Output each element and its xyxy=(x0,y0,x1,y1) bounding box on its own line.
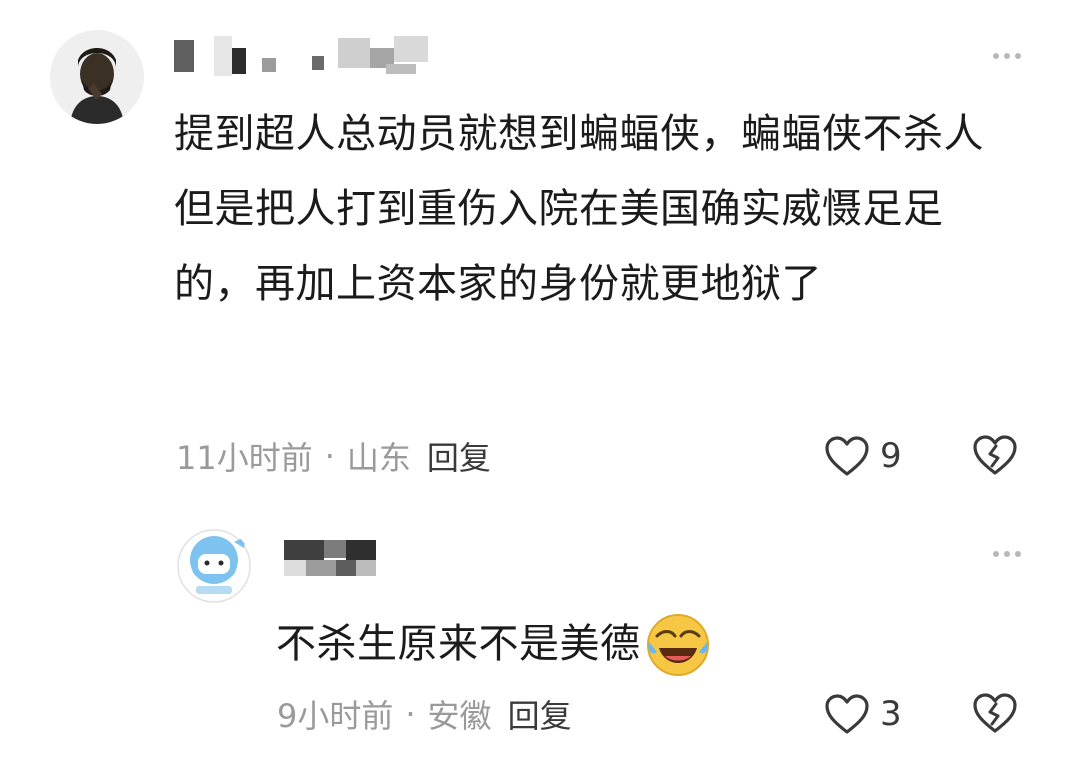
more-icon xyxy=(993,551,999,557)
like-count: 9 xyxy=(880,436,902,476)
heart-icon xyxy=(825,694,869,734)
reply-content: 不杀生原来不是美德 xyxy=(276,607,711,682)
reply-button[interactable]: 回复 xyxy=(508,691,572,737)
reply-meta: 9小时前 · 安徽 回复 xyxy=(277,692,572,736)
heart-icon xyxy=(825,436,869,476)
user-avatar-image xyxy=(177,529,251,603)
reply-button[interactable]: 回复 xyxy=(427,433,491,479)
reply-location: 安徽 xyxy=(427,697,492,735)
comment-time: 11小时前 xyxy=(176,439,313,477)
avatar[interactable] xyxy=(176,528,252,604)
username-pixelated[interactable] xyxy=(172,34,442,80)
more-icon xyxy=(993,53,999,59)
reply-time: 9小时前 xyxy=(277,697,394,735)
avatar[interactable] xyxy=(50,30,144,124)
separator: · xyxy=(405,695,416,733)
like-button[interactable]: 9 xyxy=(824,434,902,478)
username-pixelated[interactable] xyxy=(284,540,384,580)
user-avatar-image xyxy=(50,30,144,124)
broken-heart-icon xyxy=(973,435,1017,475)
more-options-button[interactable] xyxy=(993,551,1021,557)
like-button[interactable]: 3 xyxy=(824,692,902,736)
broken-heart-icon xyxy=(973,693,1017,733)
reply-text: 不杀生原来不是美德 xyxy=(276,621,641,667)
like-count: 3 xyxy=(880,694,902,734)
separator: · xyxy=(324,437,335,475)
comment-text: 提到超人总动员就想到蝙蝠侠，蝙蝠侠不杀人但是把人打到重伤入院在美国确实威慑足足的… xyxy=(174,111,984,307)
comment-meta: 11小时前 · 山东 回复 xyxy=(176,434,491,478)
comment-location: 山东 xyxy=(346,439,411,477)
laughing-crying-emoji-icon xyxy=(645,612,711,678)
more-options-button[interactable] xyxy=(993,53,1021,59)
dislike-button[interactable] xyxy=(972,434,1018,480)
dislike-button[interactable] xyxy=(972,692,1018,738)
